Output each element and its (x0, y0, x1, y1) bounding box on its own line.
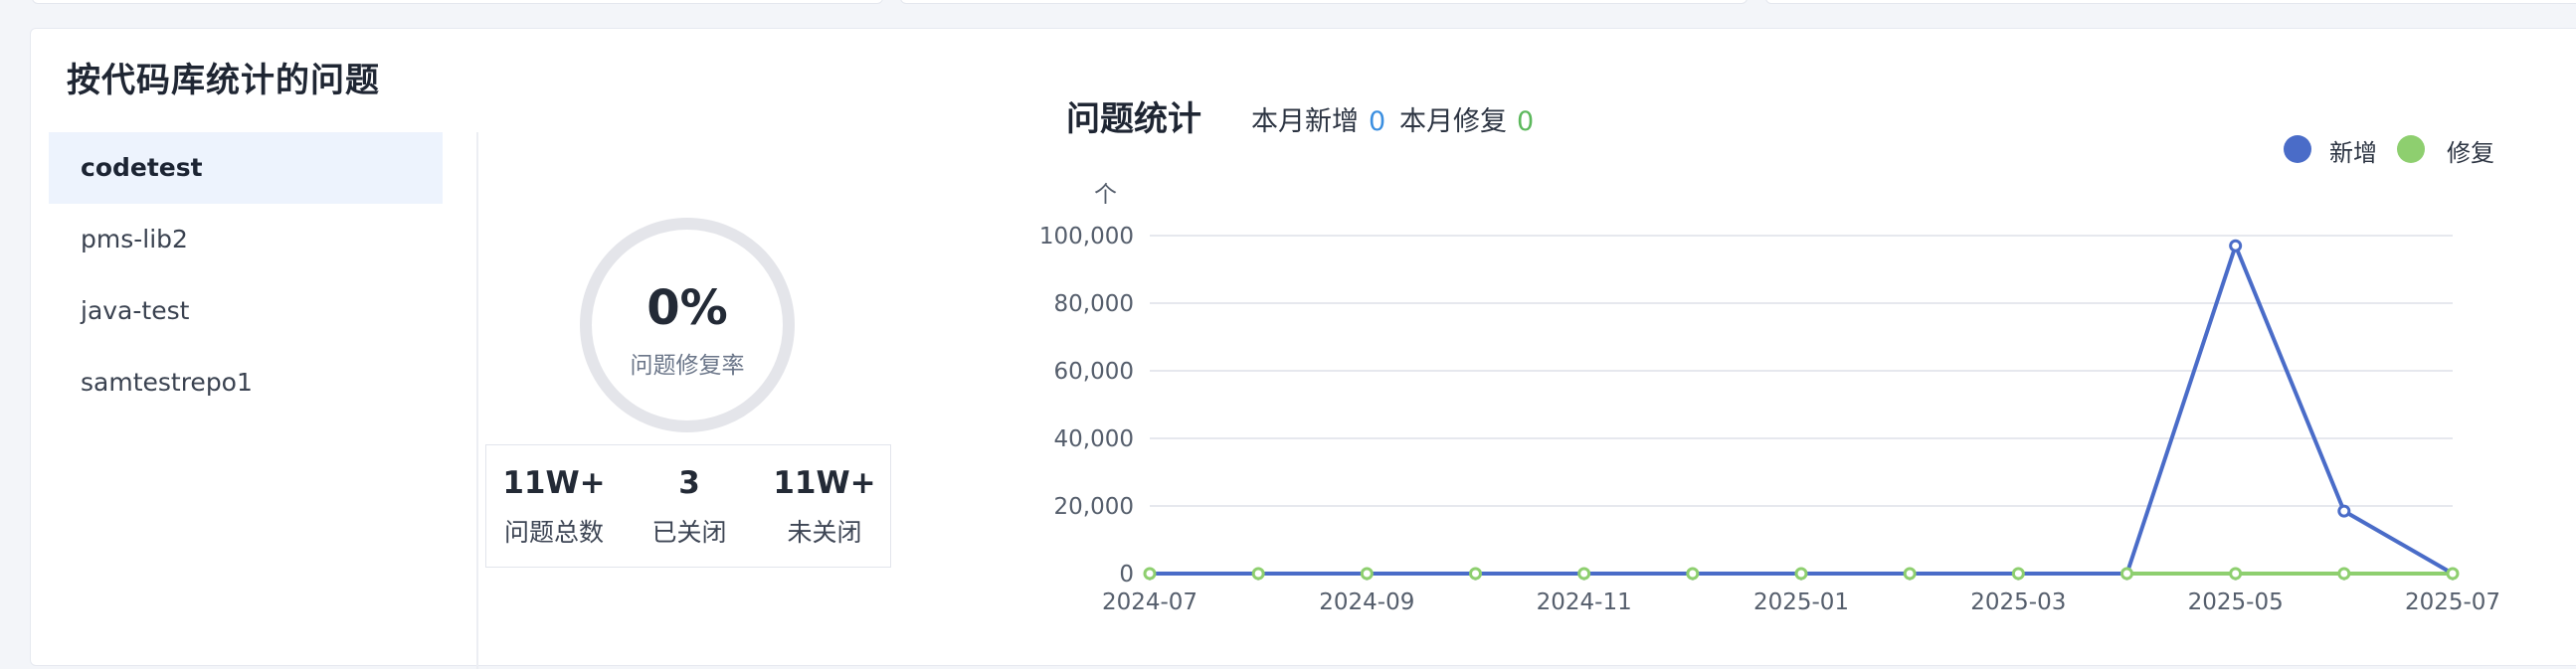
y-tick-label: 20,000 (1054, 494, 1134, 520)
y-tick-label: 60,000 (1054, 359, 1134, 385)
data-point-fix (2446, 567, 2460, 581)
data-point-fix (1686, 567, 1700, 581)
data-point-fix (2229, 567, 2243, 581)
data-point-new (2337, 504, 2351, 518)
x-tick-label: 2025-01 (1753, 589, 1849, 615)
x-tick-label: 2025-03 (1970, 589, 2066, 615)
data-point-fix (1577, 567, 1591, 581)
x-tick-label: 2024-11 (1537, 589, 1632, 615)
x-tick-label: 2024-09 (1319, 589, 1414, 615)
x-tick-label: 2025-07 (2405, 589, 2500, 615)
x-tick-label: 2024-07 (1102, 589, 1197, 615)
y-tick-label: 80,000 (1054, 291, 1134, 317)
data-point-fix (1794, 567, 1808, 581)
y-axis-unit: 个 (1094, 182, 1117, 208)
data-point-fix (1360, 567, 1374, 581)
x-tick-label: 2025-05 (2188, 589, 2284, 615)
data-point-fix (2120, 567, 2133, 581)
series-line-new (1150, 244, 2454, 576)
data-point-new (2229, 239, 2243, 252)
issue-trend-chart: 个 0 20,000 40,000 60,000 80,000 100,000 2024-07… (1039, 182, 2500, 615)
data-point-fix (1469, 567, 1482, 581)
data-point-fix (1251, 567, 1265, 581)
y-tick-label: 100,000 (1039, 224, 1134, 250)
data-point-fix (2011, 567, 2025, 581)
y-tick-label: 40,000 (1054, 426, 1134, 452)
data-point-fix (1903, 567, 1917, 581)
y-tick-label: 0 (1119, 562, 1134, 587)
data-point-fix (1143, 567, 1157, 581)
data-point-fix (2337, 567, 2351, 581)
